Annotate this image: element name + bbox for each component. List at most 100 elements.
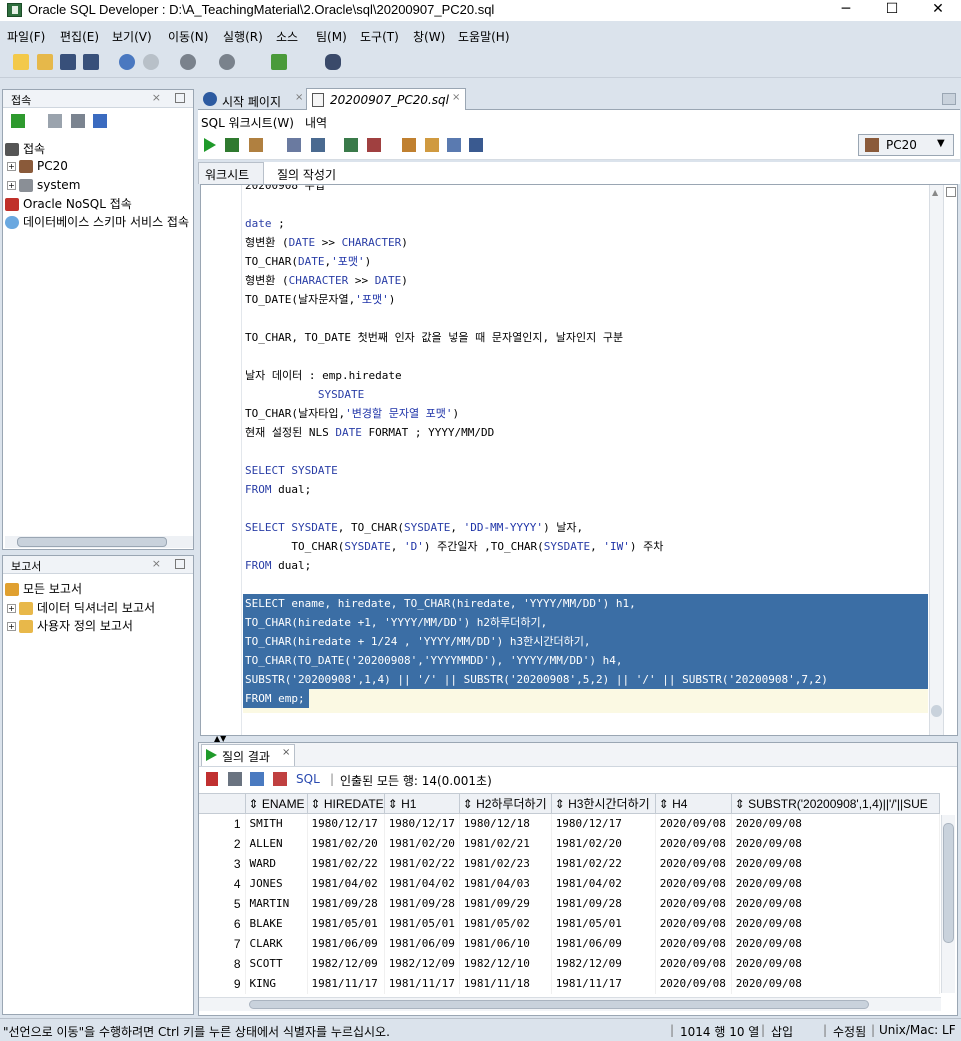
expand-icon[interactable]: +	[7, 162, 16, 171]
table-cell[interactable]: BLAKE	[245, 913, 308, 934]
expand-icon[interactable]: +	[7, 622, 16, 631]
sql-editor[interactable]: 20200908 수업 date ; 형변환 (DATE >> CHARACTER)…	[200, 184, 958, 736]
table-cell[interactable]: 1981/06/09	[384, 933, 460, 954]
sql-link[interactable]: SQL	[296, 772, 320, 786]
table-cell[interactable]: 1981/02/22	[384, 853, 460, 874]
menu-window[interactable]: 창(W)	[413, 28, 445, 45]
binoculars-icon[interactable]	[325, 54, 341, 70]
result-grid[interactable]: ⇕ ENAME ⇕ HIREDATE ⇕ H1 ⇕ H2하루더하기 ⇕ H3한시…	[199, 793, 940, 994]
menu-navigate[interactable]: 이동(N)	[168, 28, 208, 45]
menu-view[interactable]: 보기(V)	[112, 28, 152, 45]
forward-icon[interactable]	[219, 54, 235, 70]
table-row[interactable]: 3 WARD 1981/02/22 1981/02/22 1981/02/23 1981/…	[199, 853, 940, 874]
sql-tuning-icon[interactable]	[311, 138, 325, 152]
subtab-sql-worksheet[interactable]: SQL 워크시트(W)	[201, 114, 294, 131]
back-icon[interactable]	[180, 54, 196, 70]
tab-start-page[interactable]: 시작 페이지 ×	[200, 90, 304, 110]
close-tab-icon[interactable]: ×	[452, 92, 460, 103]
table-cell[interactable]: 1982/12/09	[551, 953, 656, 974]
tab-query-result[interactable]: 질의 결과 ×	[201, 744, 295, 766]
scrollbar-thumb[interactable]	[931, 705, 942, 717]
table-cell[interactable]: 2020/09/08	[731, 833, 940, 854]
table-cell[interactable]: ALLEN	[245, 833, 308, 854]
table-cell[interactable]: 1981/06/09	[307, 933, 385, 954]
menu-file[interactable]: 파일(F)	[7, 28, 45, 45]
table-cell[interactable]: 2020/09/08	[655, 873, 732, 894]
subtab-history[interactable]: 내역	[305, 114, 327, 131]
format-icon[interactable]	[447, 138, 461, 152]
tree-root-connections[interactable]: 접속	[5, 140, 45, 157]
table-cell[interactable]: 1981/11/17	[384, 973, 460, 994]
table-cell[interactable]: SCOTT	[245, 953, 308, 974]
tab-query-builder[interactable]: 질의 작성기	[277, 166, 336, 183]
open-folder-icon[interactable]	[37, 54, 53, 70]
table-cell[interactable]: 2020/09/08	[731, 933, 940, 954]
menu-edit[interactable]: 편집(E)	[60, 28, 99, 45]
table-cell[interactable]: 1982/12/09	[307, 953, 385, 974]
table-cell[interactable]: 1982/12/10	[459, 953, 552, 974]
table-cell[interactable]: 1981/09/28	[384, 893, 460, 914]
table-cell[interactable]: KING	[245, 973, 308, 994]
vertical-scrollbar[interactable]: ▲	[929, 185, 943, 735]
minimize-panel-icon[interactable]	[175, 559, 185, 569]
connections-close-icon[interactable]: ×	[152, 91, 161, 104]
reports-close-icon[interactable]: ×	[152, 557, 161, 570]
table-cell[interactable]: 2020/09/08	[731, 813, 940, 834]
table-cell[interactable]: 1981/06/10	[459, 933, 552, 954]
explain-plan-icon[interactable]	[287, 138, 301, 152]
close-window-button[interactable]: ✕	[915, 0, 961, 21]
schema-browser-icon[interactable]	[93, 114, 107, 128]
table-cell[interactable]: 1981/02/21	[459, 833, 552, 854]
table-cell[interactable]: 1981/09/29	[459, 893, 552, 914]
table-cell[interactable]: 1981/02/22	[551, 853, 656, 874]
table-cell[interactable]: 1981/02/22	[307, 853, 385, 874]
column-header-ename[interactable]: ⇕ ENAME	[244, 793, 308, 814]
table-cell[interactable]: 1981/05/01	[307, 913, 385, 934]
table-row[interactable]: 4 JONES 1981/04/02 1981/04/02 1981/04/03 1981…	[199, 873, 940, 894]
table-row[interactable]: 7 CLARK 1981/06/09 1981/06/09 1981/06/10 1981…	[199, 933, 940, 954]
table-cell[interactable]: 1981/05/01	[384, 913, 460, 934]
cancel-icon[interactable]	[273, 772, 287, 786]
table-cell[interactable]: 1981/11/17	[551, 973, 656, 994]
table-cell[interactable]: 2020/09/08	[655, 813, 732, 834]
menu-help[interactable]: 도움말(H)	[458, 28, 510, 45]
tree-item-schema-service[interactable]: 데이터베이스 스키마 서비스 접속	[5, 213, 193, 230]
table-cell[interactable]: 2020/09/08	[655, 913, 732, 934]
table-cell[interactable]: 1981/11/18	[459, 973, 552, 994]
scrollbar-thumb[interactable]	[17, 537, 167, 547]
column-header-h4[interactable]: ⇕ H4	[654, 793, 732, 814]
grid-horizontal-scrollbar[interactable]	[199, 997, 941, 1011]
column-header-h2[interactable]: ⇕ H2하루더하기	[458, 793, 552, 814]
rollback-icon[interactable]	[367, 138, 381, 152]
table-cell[interactable]: 1981/06/09	[551, 933, 656, 954]
table-row[interactable]: 8 SCOTT 1982/12/09 1982/12/09 1982/12/10 1982…	[199, 953, 940, 974]
table-cell[interactable]: 2020/09/08	[731, 953, 940, 974]
tree-item-system[interactable]: + system	[7, 178, 80, 192]
column-header-hiredate[interactable]: ⇕ HIREDATE	[306, 793, 385, 814]
table-cell[interactable]: 1981/09/28	[551, 893, 656, 914]
table-cell[interactable]: 1981/04/02	[384, 873, 460, 894]
table-row[interactable]: 5 MARTIN 1981/09/28 1981/09/28 1981/09/29 198…	[199, 893, 940, 914]
table-cell[interactable]: 2020/09/08	[655, 933, 732, 954]
horizontal-scrollbar[interactable]	[5, 536, 193, 548]
scrollbar-thumb[interactable]	[943, 823, 954, 943]
tree-item-pc20[interactable]: + PC20	[7, 159, 68, 173]
undo-icon[interactable]	[119, 54, 135, 70]
table-cell[interactable]: 2020/09/08	[655, 893, 732, 914]
table-cell[interactable]: CLARK	[245, 933, 308, 954]
table-cell[interactable]: 2020/09/08	[655, 953, 732, 974]
refresh-icon[interactable]	[48, 114, 62, 128]
table-cell[interactable]: 1982/12/09	[384, 953, 460, 974]
pin-icon[interactable]	[206, 772, 218, 786]
table-cell[interactable]: SMITH	[245, 813, 308, 834]
save-icon[interactable]	[60, 54, 76, 70]
tab-sql-file[interactable]: 20200907_PC20.sql ×	[306, 88, 466, 111]
table-cell[interactable]: 1980/12/18	[459, 813, 552, 834]
table-cell[interactable]: 1981/11/17	[307, 973, 385, 994]
table-cell[interactable]: 2020/09/08	[731, 853, 940, 874]
commit-icon[interactable]	[344, 138, 358, 152]
table-cell[interactable]: 1980/12/17	[551, 813, 656, 834]
table-cell[interactable]: 1981/02/20	[384, 833, 460, 854]
table-cell[interactable]: 1981/02/20	[551, 833, 656, 854]
menu-run[interactable]: 실행(R)	[223, 28, 263, 45]
